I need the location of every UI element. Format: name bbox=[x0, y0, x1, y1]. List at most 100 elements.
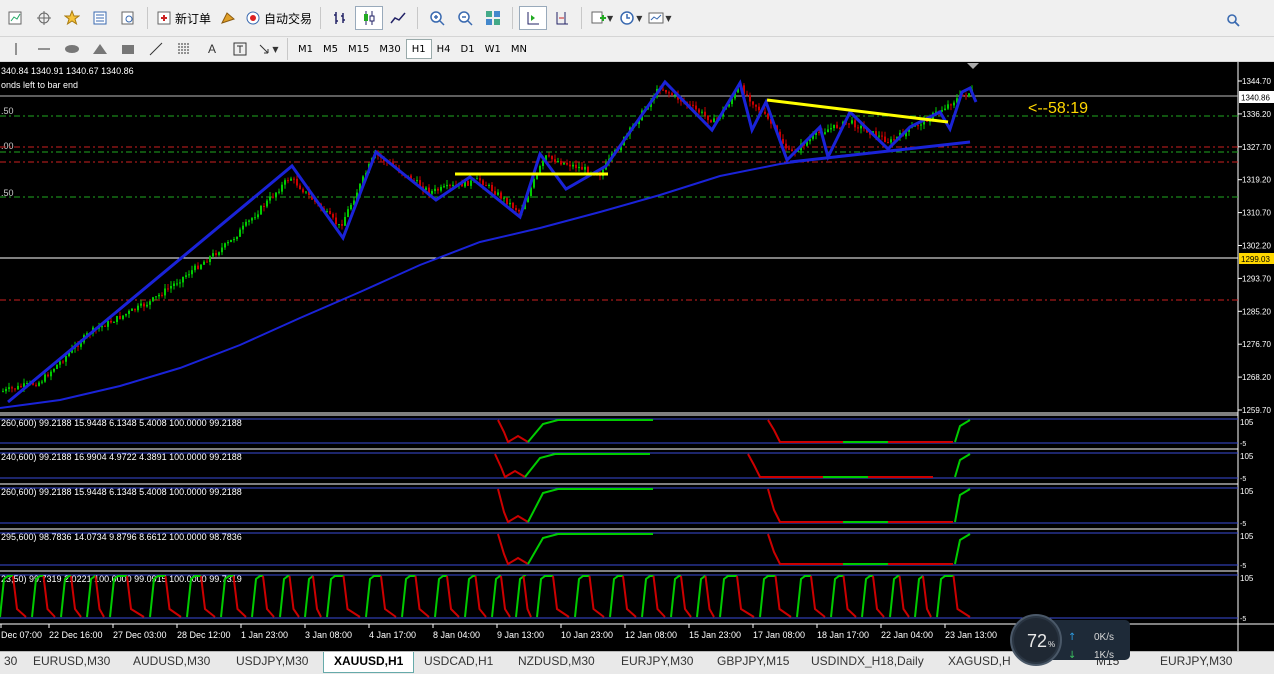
candle-body bbox=[893, 139, 895, 141]
chart-tab[interactable]: GBPJPY,M15 bbox=[707, 652, 799, 672]
indicator-label: 295,600) 98.7836 14.0734 9.8796 8.6612 1… bbox=[1, 532, 242, 542]
candle-body bbox=[563, 162, 565, 165]
auto-scroll-icon[interactable] bbox=[519, 6, 548, 30]
time-tick-label: 27 Dec 03:00 bbox=[113, 630, 167, 640]
candle-body bbox=[299, 185, 301, 190]
oscillator-line-green bbox=[527, 419, 653, 443]
chart-tab-selected[interactable]: XAUUSD,H1 bbox=[323, 652, 415, 673]
rectangle-icon[interactable] bbox=[115, 38, 141, 60]
oscillator-line-red bbox=[736, 575, 755, 618]
timeframe-mn[interactable]: MN bbox=[506, 40, 532, 58]
horizontal-line-icon[interactable] bbox=[31, 38, 57, 60]
price-chart[interactable]: 340.84 1340.91 1340.67 1340.86 onds left… bbox=[0, 62, 1274, 651]
candle-body bbox=[431, 191, 433, 194]
timeframe-m30[interactable]: M30 bbox=[374, 40, 405, 58]
chart-tab[interactable]: EURJPY,M30 bbox=[611, 652, 703, 672]
navigator-icon[interactable] bbox=[115, 7, 141, 29]
text-icon[interactable]: A bbox=[199, 38, 225, 60]
chart-tab[interactable]: NZDUSD,M30 bbox=[508, 652, 605, 672]
timeframe-m15[interactable]: M15 bbox=[343, 40, 374, 58]
candlestick-icon[interactable] bbox=[355, 6, 384, 30]
time-tick-label: 1 Jan 23:00 bbox=[241, 630, 288, 640]
candle-body bbox=[827, 129, 829, 133]
market-watch-icon[interactable] bbox=[87, 7, 113, 29]
new-order-button[interactable]: 新订单 bbox=[154, 7, 213, 29]
oscillator-line-green bbox=[527, 488, 653, 523]
chart-tab[interactable]: EURUSD,M30 bbox=[23, 652, 120, 672]
candle-body bbox=[170, 286, 172, 289]
chart-tab[interactable]: USDINDX_H18,Daily bbox=[801, 652, 934, 672]
candle-body bbox=[479, 178, 481, 181]
candle-body bbox=[53, 368, 55, 372]
candle-body bbox=[203, 261, 205, 265]
candle-body bbox=[275, 192, 277, 198]
oscillator-line-red bbox=[774, 575, 792, 618]
candle-body bbox=[125, 313, 127, 316]
timeframe-h4[interactable]: H4 bbox=[432, 40, 456, 58]
new-chart-icon[interactable] bbox=[3, 7, 29, 29]
candle-body bbox=[746, 94, 748, 96]
zoom-in-icon[interactable] bbox=[424, 7, 450, 29]
oscillator-line-red bbox=[288, 575, 300, 618]
drawing-toolbar: A ▼ M1 M5 M15 M30 H1 H4 D1 W1 MN bbox=[0, 37, 1274, 62]
templates-icon[interactable]: ▼ bbox=[646, 7, 673, 29]
candle-body bbox=[38, 382, 40, 386]
vertical-line-icon[interactable] bbox=[3, 38, 29, 60]
trend-line-icon[interactable] bbox=[143, 38, 169, 60]
candle-body bbox=[254, 217, 256, 219]
oscillator-line-green bbox=[464, 575, 476, 618]
favorites-icon[interactable] bbox=[59, 7, 85, 29]
oscillator-line-red bbox=[588, 575, 605, 618]
timeframe-m1[interactable]: M1 bbox=[293, 40, 318, 58]
text-label-icon[interactable] bbox=[227, 38, 253, 60]
triangle-icon[interactable] bbox=[87, 38, 113, 60]
chart-window[interactable]: 340.84 1340.91 1340.67 1340.86 onds left… bbox=[0, 62, 1274, 651]
candle-body bbox=[968, 93, 970, 97]
toolbar-separator bbox=[147, 7, 148, 29]
oscillator-line-red bbox=[494, 453, 526, 479]
candle-body bbox=[11, 387, 13, 389]
auto-trading-label: 自动交易 bbox=[264, 11, 313, 26]
candle-body bbox=[344, 216, 346, 226]
chart-shift-icon[interactable] bbox=[549, 7, 575, 29]
candle-body bbox=[848, 123, 850, 125]
price-tick-label: 1327.70 bbox=[1242, 143, 1271, 152]
chart-tab[interactable]: USDJPY,M30 bbox=[226, 652, 318, 672]
candle-body bbox=[788, 148, 790, 150]
time-tick-label: 17 Jan 08:00 bbox=[753, 630, 805, 640]
chart-tab[interactable]: USDCAD,H1 bbox=[414, 652, 503, 672]
timeframe-h1[interactable]: H1 bbox=[405, 39, 432, 59]
timeframe-m5[interactable]: M5 bbox=[318, 40, 343, 58]
fibonacci-icon[interactable] bbox=[171, 38, 197, 60]
candle-body bbox=[8, 387, 10, 389]
oscillator-line-green bbox=[936, 575, 954, 618]
expert-advisor-icon[interactable] bbox=[215, 7, 241, 29]
arrows-icon[interactable]: ▼ bbox=[255, 38, 281, 60]
chart-tab[interactable]: XAGUSD,H bbox=[938, 652, 1021, 672]
network-speed-widget[interactable]: 72 % ↑ 0K/s ↓ 1K/s bbox=[1010, 614, 1130, 666]
periods-icon[interactable]: ▼ bbox=[617, 7, 644, 29]
search-icon[interactable] bbox=[1226, 12, 1240, 31]
timeframe-w1[interactable]: W1 bbox=[480, 40, 506, 58]
candle-body bbox=[539, 166, 541, 174]
indicators-icon[interactable]: ▼ bbox=[588, 7, 615, 29]
crosshair-icon[interactable] bbox=[31, 7, 57, 29]
ellipse-icon[interactable] bbox=[59, 38, 85, 60]
auto-trading-button[interactable]: 自动交易 bbox=[243, 7, 314, 29]
chart-tab[interactable]: AUDUSD,M30 bbox=[123, 652, 220, 672]
time-tick-label: 12 Jan 08:00 bbox=[625, 630, 677, 640]
chevron-down-icon: ▼ bbox=[636, 13, 643, 23]
price-tick-label: 1293.70 bbox=[1242, 274, 1271, 283]
candle-body bbox=[233, 239, 235, 241]
tile-windows-icon[interactable] bbox=[480, 7, 506, 29]
time-tick-label: 23 Jan 13:00 bbox=[945, 630, 997, 640]
indicator-scale-top: 105 bbox=[1240, 574, 1254, 583]
zoom-out-icon[interactable] bbox=[452, 7, 478, 29]
price-tick-label: 1302.20 bbox=[1242, 242, 1271, 251]
candle-body bbox=[953, 102, 955, 106]
line-chart-icon[interactable] bbox=[385, 7, 411, 29]
candle-body bbox=[515, 207, 517, 211]
bar-chart-icon[interactable] bbox=[327, 7, 353, 29]
chart-tab[interactable]: EURJPY,M30 bbox=[1150, 652, 1242, 672]
timeframe-d1[interactable]: D1 bbox=[456, 40, 480, 58]
